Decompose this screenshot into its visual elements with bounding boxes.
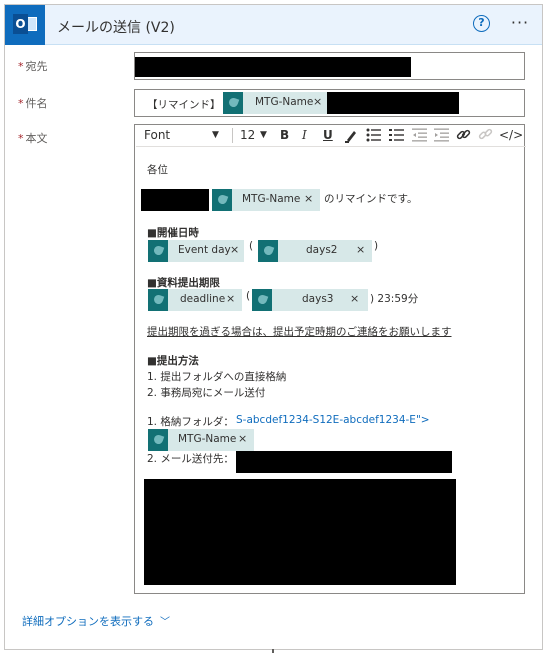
numbered-list-icon[interactable] (389, 128, 405, 145)
underline-button[interactable]: U (323, 128, 333, 142)
datetime-heading: ■開催日時 (147, 227, 199, 239)
sharepoint-icon (252, 289, 272, 311)
help-icon[interactable]: ? (473, 15, 490, 32)
remove-token-icon[interactable]: × (238, 432, 247, 445)
sharepoint-icon (223, 92, 243, 114)
body-token-mtg-name[interactable]: MTG-Name × (212, 189, 320, 211)
font-select[interactable]: Font (144, 128, 184, 142)
reminder-suffix-text: のリマインドです。 (324, 193, 418, 205)
remove-token-icon[interactable]: × (226, 292, 235, 305)
remove-token-icon[interactable]: × (350, 292, 359, 305)
subject-token-mtg-name[interactable]: MTG-Name × (223, 92, 327, 114)
connector-line (272, 649, 274, 653)
color-pen-icon[interactable] (344, 127, 358, 146)
redacted-block (135, 57, 411, 77)
method-item-1: 1. 提出フォルダへの直接格納 (147, 371, 287, 383)
paren-open-text-2: ( (246, 290, 251, 302)
remove-token-icon[interactable]: × (356, 243, 365, 256)
show-advanced-options-link[interactable]: 詳細オプションを表示する ﹀ (22, 613, 170, 629)
redacted-block (141, 189, 209, 211)
token-event-day[interactable]: Event day × (148, 240, 244, 262)
token-days2[interactable]: days2 × (258, 240, 372, 262)
deadline-time-text: ) 23:59分 (370, 293, 419, 305)
to-label: * 宛先 (18, 60, 48, 73)
subject-field[interactable]: 【リマインド】 MTG-Name × (134, 89, 525, 117)
action-title: メールの送信 (V2) (57, 20, 175, 36)
folder-link[interactable]: S-abcdef1234-S12E-abcdef1234-E"> (236, 414, 430, 426)
remove-token-icon[interactable]: × (313, 95, 322, 108)
sharepoint-icon (212, 189, 232, 211)
redacted-block (327, 92, 459, 114)
rich-text-toolbar: Font ▼ 12 ▼ B I U </> (136, 125, 526, 147)
to-field[interactable] (134, 52, 525, 80)
link-icon[interactable] (456, 127, 471, 145)
greeting-text: 各位 (147, 164, 168, 176)
paren-open-text: ( (249, 240, 254, 252)
decrease-indent-icon[interactable] (412, 128, 428, 145)
sharepoint-icon (258, 240, 278, 262)
mail-label: 2. メール送付先： (147, 453, 234, 465)
size-dropdown-icon[interactable]: ▼ (260, 130, 267, 140)
body-label: * 本文 (18, 132, 48, 145)
remove-token-icon[interactable]: × (304, 192, 313, 205)
sharepoint-icon (148, 289, 168, 311)
font-size-select[interactable]: 12 (240, 128, 255, 142)
token-deadline[interactable]: deadline × (148, 289, 242, 311)
token-days3[interactable]: days3 × (252, 289, 368, 311)
method-heading: ■提出方法 (147, 355, 199, 367)
action-header[interactable]: O メールの送信 (V2) ? ··· (5, 5, 542, 45)
unlink-icon[interactable] (478, 127, 493, 145)
bold-button[interactable]: B (280, 128, 289, 142)
deadline-heading: ■資料提出期限 (147, 277, 220, 289)
sharepoint-icon (148, 240, 168, 262)
italic-button[interactable]: I (302, 128, 307, 142)
increase-indent-icon[interactable] (434, 128, 450, 145)
font-dropdown-icon[interactable]: ▼ (212, 130, 219, 140)
redacted-block (236, 451, 452, 473)
subject-prefix: 【リマインド】 (147, 99, 221, 111)
notice-text: 提出期限を過ぎる場合は、提出予定時期のご連絡をお願いします (147, 326, 452, 338)
subject-label: * 件名 (18, 97, 48, 110)
bullet-list-icon[interactable] (366, 128, 382, 145)
redacted-block (144, 479, 456, 585)
more-options-icon[interactable]: ··· (507, 13, 533, 33)
paren-close-text: ) (374, 240, 379, 252)
token-folder-mtg-name[interactable]: MTG-Name × (148, 429, 254, 451)
sharepoint-icon (148, 429, 168, 451)
method-item-2: 2. 事務局宛にメール送付 (147, 387, 266, 399)
code-view-icon[interactable]: </> (499, 128, 523, 142)
outlook-icon: O (5, 5, 45, 45)
chevron-down-icon: ﹀ (160, 617, 170, 628)
folder-label: 1. 格納フォルダ： (147, 416, 234, 428)
remove-token-icon[interactable]: × (230, 243, 239, 256)
